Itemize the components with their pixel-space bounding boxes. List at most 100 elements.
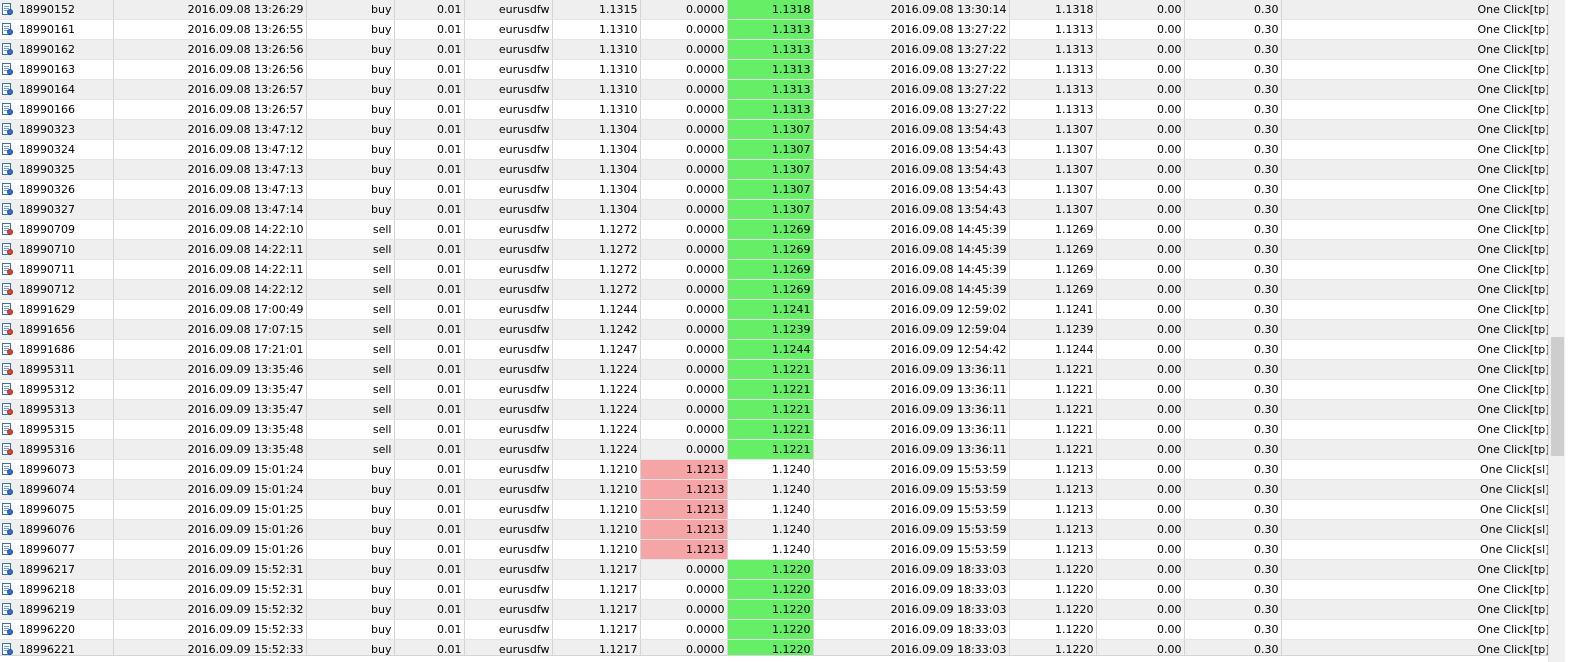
buy-order-icon: [2, 543, 14, 556]
table-row[interactable]: 18990166 2016.09.08 13:26:57 buy 0.01 eurusd…: [0, 99, 1548, 121]
table-row[interactable]: 18990161 2016.09.08 13:26:55 buy 0.01 eurusd…: [0, 19, 1548, 41]
open-time-cell: 2016.09.09 15:52:32: [113, 599, 307, 621]
open-price-cell: 1.1304: [552, 119, 641, 141]
buy-order-icon: [2, 63, 14, 76]
table-row[interactable]: 18990326 2016.09.08 13:47:13 buy 0.01 eurusd…: [0, 179, 1548, 201]
commission-cell: 0.00: [1096, 159, 1185, 181]
close-time-cell: 2016.09.08 13:54:43: [813, 119, 1010, 141]
close-time-cell: 2016.09.08 13:27:22: [813, 19, 1010, 41]
close-time-cell: 2016.09.09 13:36:11: [813, 419, 1010, 441]
order-direction-dot-icon: [7, 489, 13, 496]
ticket-number: 18995311: [19, 363, 75, 377]
ticket-cell: 18996220: [0, 619, 114, 641]
ticket-number: 18990709: [19, 223, 75, 237]
profit-cell: 0.30: [1184, 79, 1282, 101]
table-row[interactable]: 18996077 2016.09.09 15:01:26 buy 0.01 eurusd…: [0, 539, 1548, 561]
table-row[interactable]: 18990152 2016.09.08 13:26:29 buy 0.01 eurusd…: [0, 0, 1548, 21]
table-row[interactable]: 18990163 2016.09.08 13:26:56 buy 0.01 eurusd…: [0, 59, 1548, 81]
take-profit-cell: 1.1240: [727, 479, 814, 501]
table-row[interactable]: 18996076 2016.09.09 15:01:26 buy 0.01 eurusd…: [0, 519, 1548, 541]
table-row[interactable]: 18991686 2016.09.08 17:21:01 sell 0.01 eurus…: [0, 339, 1548, 361]
table-row[interactable]: 18990162 2016.09.08 13:26:56 buy 0.01 eurusd…: [0, 39, 1548, 61]
table-row[interactable]: 18996075 2016.09.09 15:01:25 buy 0.01 eurusd…: [0, 499, 1548, 521]
table-row[interactable]: 18990325 2016.09.08 13:47:13 buy 0.01 eurusd…: [0, 159, 1548, 181]
take-profit-cell: 1.1240: [727, 499, 814, 521]
open-price-cell: 1.1224: [552, 359, 641, 381]
close-time-cell: 2016.09.09 15:53:59: [813, 519, 1010, 541]
open-price-cell: 1.1272: [552, 239, 641, 261]
size-cell: 0.01: [394, 159, 465, 181]
size-cell: 0.01: [394, 259, 465, 281]
stop-loss-cell: 0.0000: [640, 579, 728, 601]
open-price-cell: 1.1272: [552, 279, 641, 301]
table-row[interactable]: 18995313 2016.09.09 13:35:47 sell 0.01 eurus…: [0, 399, 1548, 421]
stop-loss-cell: 0.0000: [640, 619, 728, 641]
profit-cell: 0.30: [1184, 179, 1282, 201]
table-row[interactable]: 18995316 2016.09.09 13:35:48 sell 0.01 eurus…: [0, 439, 1548, 461]
open-price-cell: 1.1304: [552, 139, 641, 161]
commission-cell: 0.00: [1096, 239, 1185, 261]
type-cell: sell: [306, 239, 395, 261]
profit-cell: 0.30: [1184, 159, 1282, 181]
commission-cell: 0.00: [1096, 279, 1185, 301]
table-row[interactable]: 18996220 2016.09.09 15:52:33 buy 0.01 eurusd…: [0, 619, 1548, 641]
ticket-number: 18990152: [19, 3, 75, 17]
table-row[interactable]: 18990323 2016.09.08 13:47:12 buy 0.01 eurusd…: [0, 119, 1548, 141]
ticket-number: 18991629: [19, 303, 75, 317]
commission-cell: 0.00: [1096, 539, 1185, 561]
commission-cell: 0.00: [1096, 419, 1185, 441]
open-price-cell: 1.1224: [552, 379, 641, 401]
table-row[interactable]: 18996217 2016.09.09 15:52:31 buy 0.01 eurusd…: [0, 559, 1548, 581]
symbol-cell: eurusdfw: [464, 179, 553, 201]
table-row[interactable]: 18990710 2016.09.08 14:22:11 sell 0.01 eurus…: [0, 239, 1548, 261]
close-price-cell: 1.1221: [1009, 439, 1097, 461]
symbol-cell: eurusdfw: [464, 519, 553, 541]
size-cell: 0.01: [394, 379, 465, 401]
table-row[interactable]: 18991656 2016.09.08 17:07:15 sell 0.01 eurus…: [0, 319, 1548, 341]
open-time-cell: 2016.09.08 17:21:01: [113, 339, 307, 361]
stop-loss-cell: 0.0000: [640, 79, 728, 101]
close-time-cell: 2016.09.09 18:33:03: [813, 599, 1010, 621]
table-row[interactable]: 18995311 2016.09.09 13:35:46 sell 0.01 eurus…: [0, 359, 1548, 381]
type-cell: buy: [306, 19, 395, 41]
order-direction-dot-icon: [7, 509, 13, 516]
table-row[interactable]: 18996218 2016.09.09 15:52:31 buy 0.01 eurusd…: [0, 579, 1548, 601]
profit-cell: 0.30: [1184, 339, 1282, 361]
table-row[interactable]: 18996073 2016.09.09 15:01:24 buy 0.01 eurusd…: [0, 459, 1548, 481]
take-profit-cell: 1.1307: [727, 199, 814, 221]
size-cell: 0.01: [394, 419, 465, 441]
table-row[interactable]: 18990712 2016.09.08 14:22:12 sell 0.01 eurus…: [0, 279, 1548, 301]
ticket-number: 18996076: [19, 523, 75, 537]
order-direction-dot-icon: [7, 309, 13, 316]
table-row[interactable]: 18995312 2016.09.09 13:35:47 sell 0.01 eurus…: [0, 379, 1548, 401]
open-time-cell: 2016.09.08 13:26:55: [113, 19, 307, 41]
buy-order-icon: [2, 563, 14, 576]
take-profit-cell: 1.1307: [727, 159, 814, 181]
take-profit-cell: 1.1269: [727, 259, 814, 281]
symbol-cell: eurusdfw: [464, 79, 553, 101]
take-profit-cell: 1.1240: [727, 539, 814, 561]
sell-order-icon: [2, 363, 14, 376]
table-row[interactable]: 18991629 2016.09.08 17:00:49 sell 0.01 eurus…: [0, 299, 1548, 321]
ticket-cell: 18990324: [0, 139, 114, 161]
table-row[interactable]: 18990709 2016.09.08 14:22:10 sell 0.01 eurus…: [0, 219, 1548, 241]
table-row[interactable]: 18990327 2016.09.08 13:47:14 buy 0.01 eurusd…: [0, 199, 1548, 221]
vertical-scrollbar[interactable]: [1548, 0, 1565, 662]
symbol-cell: eurusdfw: [464, 259, 553, 281]
table-row[interactable]: 18990711 2016.09.08 14:22:11 sell 0.01 eurus…: [0, 259, 1548, 281]
commission-cell: 0.00: [1096, 79, 1185, 101]
size-cell: 0.01: [394, 539, 465, 561]
table-row[interactable]: 18996219 2016.09.09 15:52:32 buy 0.01 eurusd…: [0, 599, 1548, 621]
scrollbar-thumb[interactable]: [1551, 337, 1564, 456]
table-row[interactable]: 18995315 2016.09.09 13:35:48 sell 0.01 eurus…: [0, 419, 1548, 441]
commission-cell: 0.00: [1096, 339, 1185, 361]
open-price-cell: 1.1310: [552, 59, 641, 81]
close-price-cell: 1.1239: [1009, 319, 1097, 341]
take-profit-cell: 1.1307: [727, 139, 814, 161]
table-row[interactable]: 18990164 2016.09.08 13:26:57 buy 0.01 eurusd…: [0, 79, 1548, 101]
open-time-cell: 2016.09.09 15:01:24: [113, 479, 307, 501]
commission-cell: 0.00: [1096, 559, 1185, 581]
table-row[interactable]: 18990324 2016.09.08 13:47:12 buy 0.01 eurusd…: [0, 139, 1548, 161]
close-time-cell: 2016.09.09 13:36:11: [813, 439, 1010, 461]
table-row[interactable]: 18996074 2016.09.09 15:01:24 buy 0.01 eurusd…: [0, 479, 1548, 501]
